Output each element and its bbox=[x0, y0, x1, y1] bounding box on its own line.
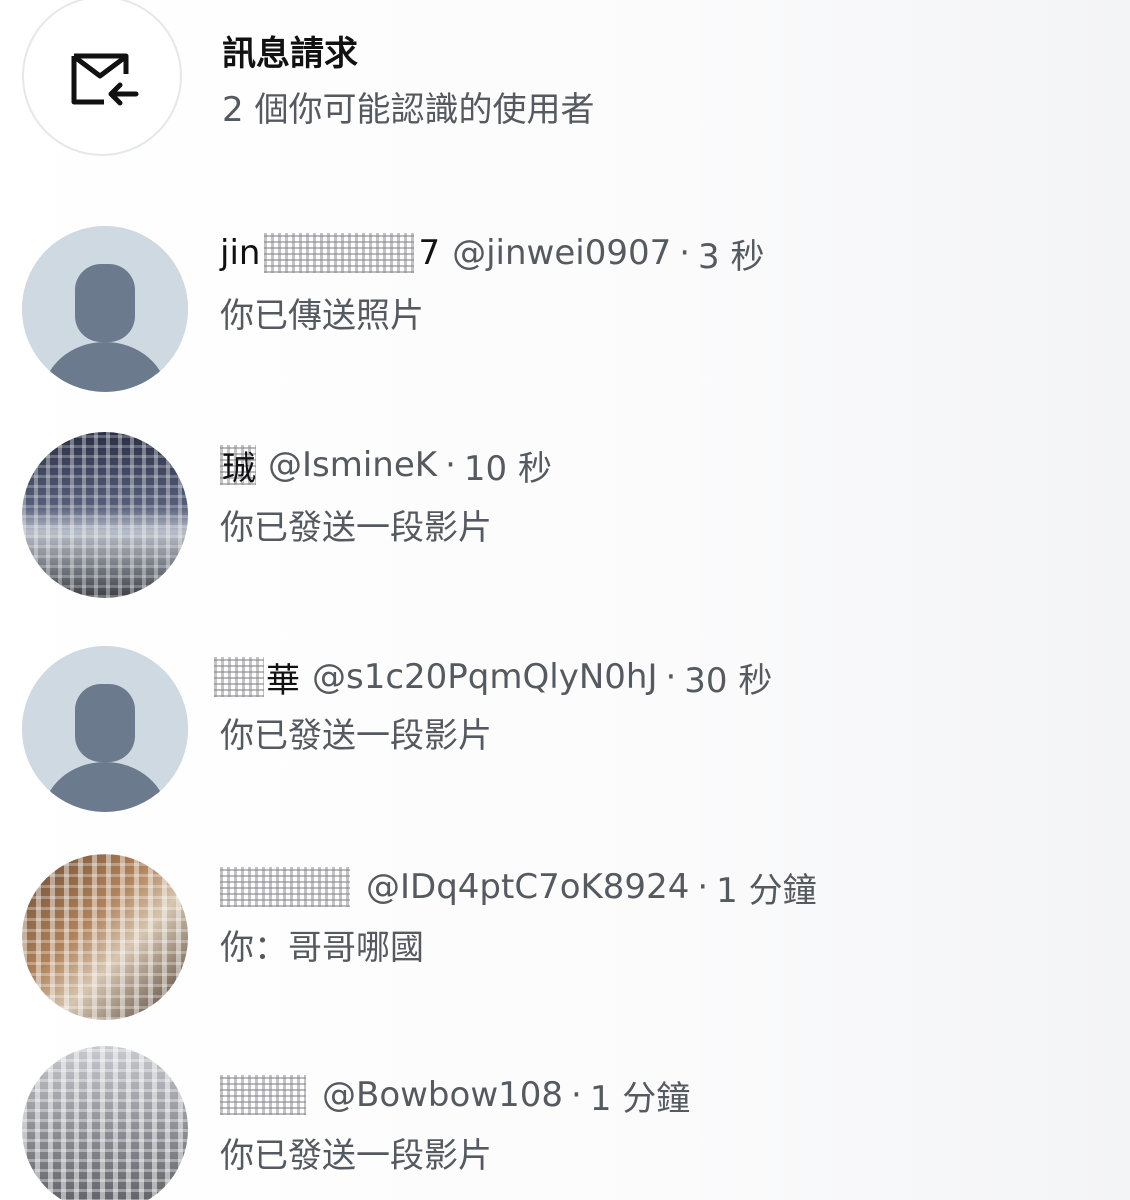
separator-dot: · bbox=[665, 657, 677, 697]
message-preview: 你已傳送照片 bbox=[220, 296, 424, 336]
message-requests-row[interactable]: 訊息請求 2 個你可能認識的使用者 bbox=[22, 0, 1022, 160]
message-requests-icon-circle bbox=[22, 0, 182, 156]
message-list-screen: 訊息請求 2 個你可能認識的使用者 jin 7 @jinwei0907 · 3 … bbox=[0, 0, 1130, 1200]
conversation-header: jin 7 @jinwei0907 · 3 秒 bbox=[220, 230, 765, 277]
conversation-row[interactable]: 華 @s1c20PqmQlyN0hJ · 30 秒 你已發送一段影片 bbox=[22, 646, 1112, 816]
user-handle: @s1c20PqmQlyN0hJ bbox=[312, 657, 658, 697]
conversation-header: 華 @s1c20PqmQlyN0hJ · 30 秒 bbox=[214, 654, 773, 701]
default-avatar-icon[interactable] bbox=[22, 646, 188, 812]
conversation-row[interactable]: @IDq4ptC7oK8924 · 1 分鐘 你：哥哥哪國 bbox=[22, 854, 1112, 1024]
user-handle: @jinwei0907 bbox=[452, 233, 672, 273]
message-time: 10 秒 bbox=[463, 448, 552, 489]
censored-name-mosaic bbox=[214, 657, 264, 697]
separator-dot: · bbox=[445, 445, 456, 485]
conversation-row[interactable]: 珹 @IsmineK · 10 秒 你已發送一段影片 bbox=[22, 432, 1112, 602]
message-requests-subtitle: 2 個你可能認識的使用者 bbox=[222, 90, 595, 130]
separator-dot: · bbox=[697, 867, 709, 907]
message-time: 3 秒 bbox=[698, 236, 765, 277]
conversation-header: @IDq4ptC7oK8924 · 1 分鐘 bbox=[220, 864, 817, 911]
user-avatar-photo[interactable] bbox=[22, 1046, 188, 1200]
user-handle: @IDq4ptC7oK8924 bbox=[366, 867, 690, 907]
conversation-row[interactable]: jin 7 @jinwei0907 · 3 秒 你已傳送照片 bbox=[22, 226, 1112, 396]
message-preview: 你已發送一段影片 bbox=[220, 508, 492, 548]
conversation-header: @Bowbow108 · 1 分鐘 bbox=[220, 1072, 691, 1119]
display-name-end: 珹 bbox=[222, 448, 256, 489]
user-avatar-photo[interactable] bbox=[22, 432, 188, 598]
user-avatar-photo[interactable] bbox=[22, 854, 188, 1020]
message-preview: 你已發送一段影片 bbox=[220, 1136, 492, 1176]
default-avatar-icon[interactable] bbox=[22, 226, 188, 392]
message-preview: 你：哥哥哪國 bbox=[220, 928, 424, 968]
user-handle: @Bowbow108 bbox=[322, 1075, 564, 1115]
display-name-end: 華 bbox=[266, 660, 300, 701]
separator-dot: · bbox=[571, 1075, 582, 1115]
censored-name-mosaic bbox=[220, 1075, 306, 1115]
user-handle: @IsmineK bbox=[268, 445, 438, 485]
envelope-incoming-icon bbox=[71, 53, 139, 106]
separator-dot: · bbox=[679, 233, 691, 273]
display-name-end: 7 bbox=[418, 233, 441, 273]
message-time: 1 分鐘 bbox=[589, 1078, 691, 1119]
message-requests-title: 訊息請求 bbox=[222, 34, 358, 74]
display-name-start: jin bbox=[220, 233, 261, 273]
message-time: 30 秒 bbox=[684, 660, 773, 701]
message-time: 1 分鐘 bbox=[716, 870, 817, 911]
censored-name-mosaic bbox=[220, 867, 350, 907]
message-preview: 你已發送一段影片 bbox=[220, 716, 492, 756]
censored-name-mosaic bbox=[264, 233, 415, 273]
conversation-row[interactable]: @Bowbow108 · 1 分鐘 你已發送一段影片 bbox=[22, 1046, 1112, 1200]
conversation-header: 珹 @IsmineK · 10 秒 bbox=[220, 442, 552, 489]
